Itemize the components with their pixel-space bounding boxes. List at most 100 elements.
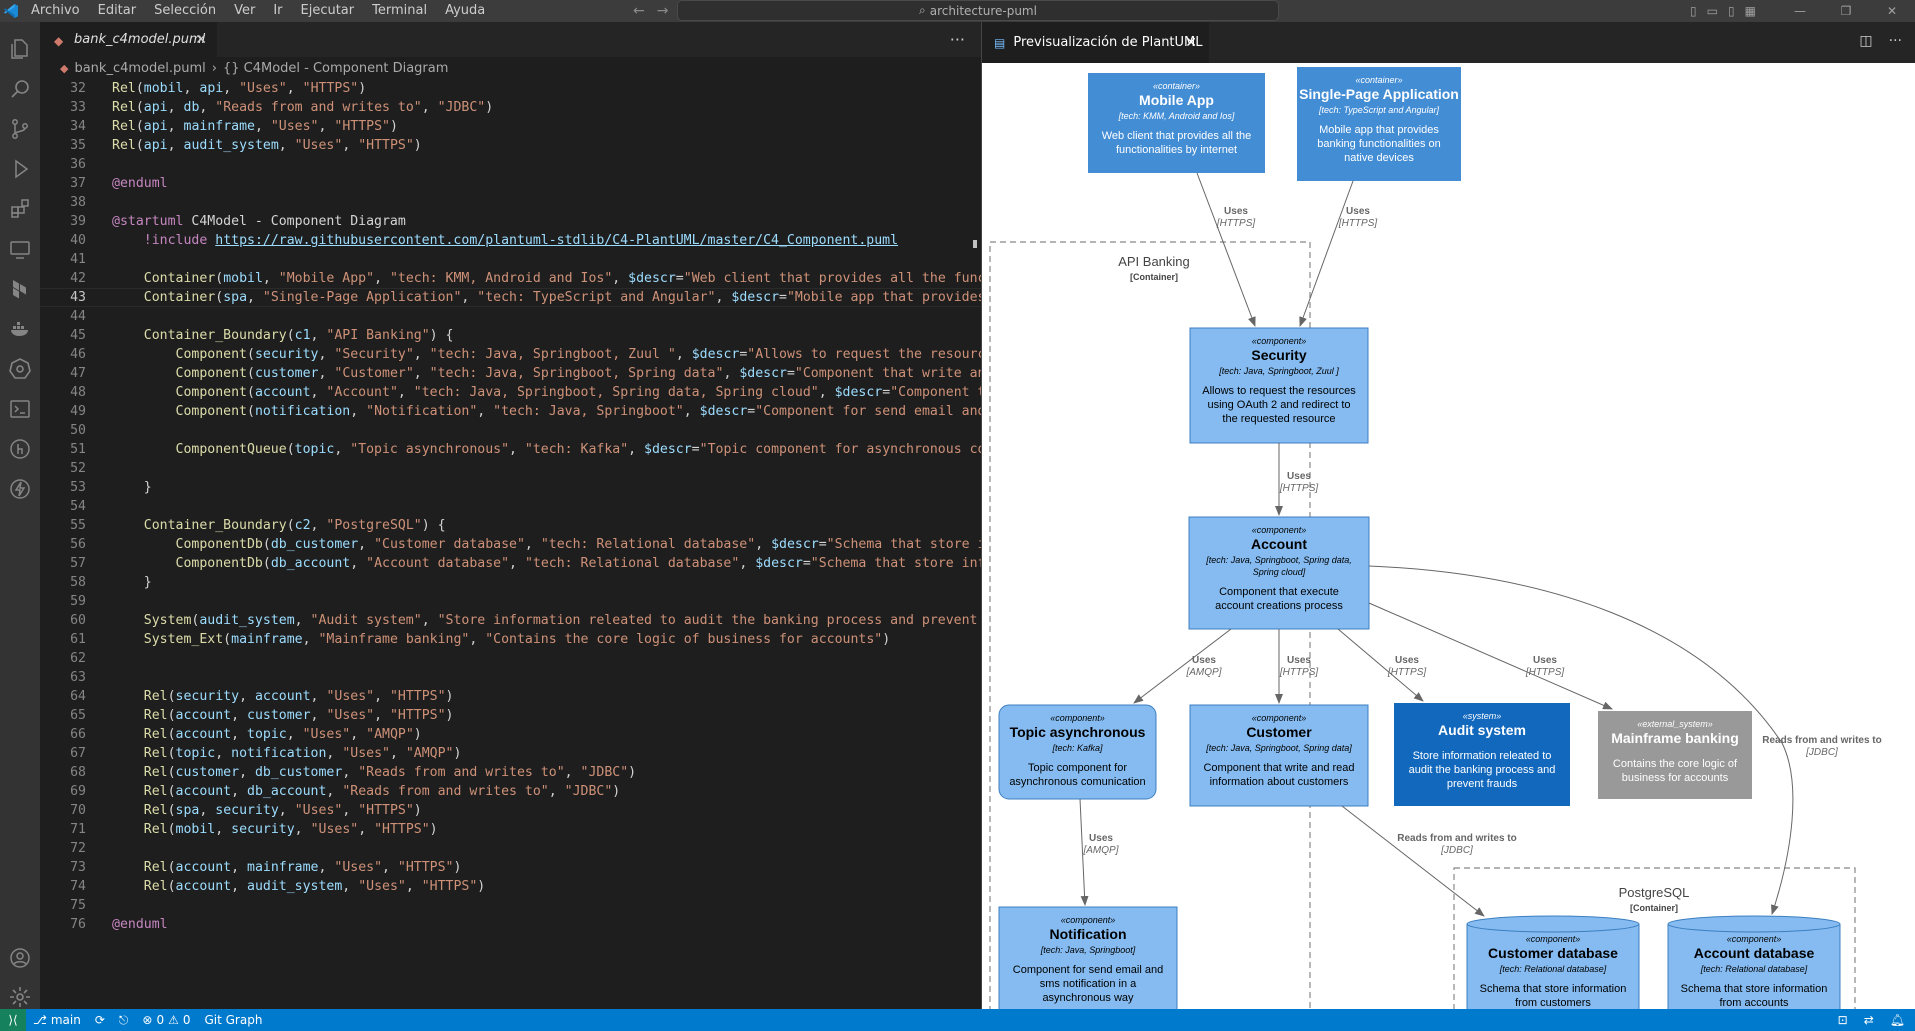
- code-line[interactable]: 57 ComponentDb(db_account, "Account data…: [40, 554, 981, 573]
- run-debug-icon[interactable]: [0, 149, 40, 189]
- code-line[interactable]: 74 Rel(account, audit_system, "Uses", "H…: [40, 877, 981, 896]
- code-line[interactable]: 63: [40, 668, 981, 687]
- menu-ejecutar[interactable]: Ejecutar: [292, 0, 364, 22]
- code-line[interactable]: 56 ComponentDb(db_customer, "Customer da…: [40, 535, 981, 554]
- breadcrumb-symbol[interactable]: {} C4Model - Component Diagram: [223, 61, 448, 76]
- code-line[interactable]: 59: [40, 592, 981, 611]
- branch-indicator[interactable]: ⎇ main: [26, 1013, 88, 1027]
- source-control-icon[interactable]: [0, 109, 40, 149]
- layout-icon[interactable]: ⊡: [1838, 1009, 1848, 1031]
- remote-explorer-icon[interactable]: [0, 229, 40, 269]
- menu-seleccion[interactable]: Selección: [145, 0, 225, 22]
- extensions-icon[interactable]: [0, 189, 40, 229]
- code-line[interactable]: 50: [40, 421, 981, 440]
- explorer-icon[interactable]: [0, 29, 40, 69]
- live-share-icon[interactable]: ⇄: [1864, 1009, 1874, 1031]
- code-line[interactable]: 41: [40, 250, 981, 269]
- toggle-secondary-sidebar-icon[interactable]: ▯: [1728, 0, 1735, 22]
- menu-ver[interactable]: Ver: [225, 0, 264, 22]
- close-tab-icon[interactable]: ✕: [195, 32, 207, 48]
- problems-indicator[interactable]: ⊗ 0 ⚠ 0: [135, 1013, 197, 1027]
- code-line[interactable]: 71 Rel(mobil, security, "Uses", "HTTPS"): [40, 820, 981, 839]
- code-line[interactable]: 52: [40, 459, 981, 478]
- toggle-panel-icon[interactable]: ▭: [1707, 0, 1718, 22]
- close-window-icon[interactable]: ✕: [1869, 0, 1915, 22]
- menu-ir[interactable]: Ir: [264, 0, 291, 22]
- code-line[interactable]: 49 Component(notification, "Notification…: [40, 402, 981, 421]
- code-line[interactable]: 67 Rel(topic, notification, "Uses", "AMQ…: [40, 744, 981, 763]
- minimize-icon[interactable]: —: [1777, 0, 1823, 22]
- code-line[interactable]: 32 Rel(mobil, api, "Uses", "HTTPS"): [40, 79, 981, 98]
- forward-arrow-icon[interactable]: →: [651, 0, 675, 22]
- code-line[interactable]: 40 !include https://raw.githubuserconten…: [40, 231, 981, 250]
- sync-icon[interactable]: ⟳: [88, 1013, 112, 1027]
- code-line[interactable]: 64 Rel(security, account, "Uses", "HTTPS…: [40, 687, 981, 706]
- code-line[interactable]: 62: [40, 649, 981, 668]
- publish-icon[interactable]: ⎋: [112, 1013, 136, 1028]
- notifications-bell-icon[interactable]: 🔔︎: [1890, 1009, 1905, 1031]
- code-line[interactable]: 48 Component(account, "Account", "tech: …: [40, 383, 981, 402]
- restore-icon[interactable]: ❐: [1823, 0, 1869, 22]
- node-topic[interactable]: «component»Topic asynchronous [tech: Kafk…: [998, 704, 1157, 800]
- code-line[interactable]: 75: [40, 896, 981, 915]
- node-security[interactable]: «component»Security [tech: Java, Springbo…: [1189, 327, 1369, 444]
- more-actions-icon[interactable]: ···: [1889, 33, 1902, 49]
- code-line[interactable]: 36: [40, 155, 981, 174]
- code-line[interactable]: 34 Rel(api, mainframe, "Uses", "HTTPS"): [40, 117, 981, 136]
- command-center-search[interactable]: ⌕ architecture-puml: [677, 0, 1279, 21]
- code-line[interactable]: 37 @enduml: [40, 174, 981, 193]
- menu-editar[interactable]: Editar: [89, 0, 146, 22]
- menu-ayuda[interactable]: Ayuda: [436, 0, 494, 22]
- code-line[interactable]: 70 Rel(spa, security, "Uses", "HTTPS"): [40, 801, 981, 820]
- terraform-icon[interactable]: [0, 269, 40, 309]
- customize-layout-icon[interactable]: ▦: [1745, 0, 1756, 22]
- thunder-client-icon[interactable]: [0, 469, 40, 509]
- code-line[interactable]: 46 Component(security, "Security", "tech…: [40, 345, 981, 364]
- code-line[interactable]: 72: [40, 839, 981, 858]
- close-tab-icon[interactable]: ✕: [1185, 35, 1197, 51]
- node-audit[interactable]: «system»Audit system Store information re…: [1394, 703, 1570, 806]
- menu-terminal[interactable]: Terminal: [363, 0, 436, 22]
- gitlens-icon[interactable]: [0, 429, 40, 469]
- code-line[interactable]: 69 Rel(account, db_account, "Reads from …: [40, 782, 981, 801]
- node-dbcustomer[interactable]: «component»Customer database [tech: Relat…: [1466, 915, 1640, 1009]
- code-line[interactable]: 68 Rel(customer, db_customer, "Reads fro…: [40, 763, 981, 782]
- node-mobile[interactable]: «container»Mobile App [tech: KMM, Android…: [1088, 73, 1265, 173]
- menu-archivo[interactable]: Archivo: [22, 0, 89, 22]
- git-graph-button[interactable]: Git Graph: [197, 1013, 269, 1027]
- terminal-panel-icon[interactable]: [0, 389, 40, 429]
- node-spa[interactable]: «container»Single-Page Application [tech:…: [1297, 67, 1461, 181]
- accounts-icon[interactable]: [0, 938, 40, 978]
- code-line[interactable]: 54: [40, 497, 981, 516]
- code-line[interactable]: 45 Container_Boundary(c1, "API Banking")…: [40, 326, 981, 345]
- c4-component-diagram[interactable]: API Banking [Container] PostgreSQL [Contain…: [982, 63, 1915, 1009]
- code-line[interactable]: 38: [40, 193, 981, 212]
- code-line[interactable]: 73 Rel(account, mainframe, "Uses", "HTTP…: [40, 858, 981, 877]
- search-view-icon[interactable]: [0, 69, 40, 109]
- code-line[interactable]: 35 Rel(api, audit_system, "Uses", "HTTPS"…: [40, 136, 981, 155]
- code-area[interactable]: 32 Rel(mobil, api, "Uses", "HTTPS") 33 Rel(…: [40, 79, 981, 1009]
- split-editor-icon[interactable]: ◫: [1859, 33, 1872, 49]
- code-line[interactable]: 33 Rel(api, db, "Reads from and writes to…: [40, 98, 981, 117]
- node-notification[interactable]: «component»Notification [tech: Java, Spri…: [998, 906, 1178, 1009]
- back-arrow-icon[interactable]: ←: [627, 0, 651, 22]
- code-line[interactable]: 58 }: [40, 573, 981, 592]
- code-line[interactable]: 66 Rel(account, topic, "Uses", "AMQP"): [40, 725, 981, 744]
- code-line[interactable]: 76 @enduml: [40, 915, 981, 934]
- code-line[interactable]: 55 Container_Boundary(c2, "PostgreSQL") …: [40, 516, 981, 535]
- more-actions-icon[interactable]: ···: [950, 30, 965, 49]
- kubernetes-icon[interactable]: [0, 349, 40, 389]
- node-mainframe[interactable]: «external_system»Mainframe banking Contai…: [1598, 711, 1752, 799]
- toggle-primary-sidebar-icon[interactable]: ▯: [1690, 0, 1697, 22]
- docker-icon[interactable]: [0, 309, 40, 349]
- node-account[interactable]: «component»Account [tech: Java, Springboo…: [1188, 516, 1370, 630]
- remote-indicator-icon[interactable]: ⟩⟨: [0, 1009, 26, 1031]
- code-line[interactable]: 44: [40, 307, 981, 326]
- scrollbar-thumb[interactable]: [973, 240, 977, 248]
- code-line[interactable]: 39 @startuml C4Model - Component Diagram: [40, 212, 981, 231]
- code-line[interactable]: 61 System_Ext(mainframe, "Mainframe bank…: [40, 630, 981, 649]
- code-line[interactable]: 65 Rel(account, customer, "Uses", "HTTPS…: [40, 706, 981, 725]
- code-line[interactable]: 60 System(audit_system, "Audit system", …: [40, 611, 981, 630]
- tab-plantuml-preview[interactable]: ▤ Previsualización de PlantUML ✕: [982, 22, 1209, 63]
- code-line[interactable]: 51 ComponentQueue(topic, "Topic asynchro…: [40, 440, 981, 459]
